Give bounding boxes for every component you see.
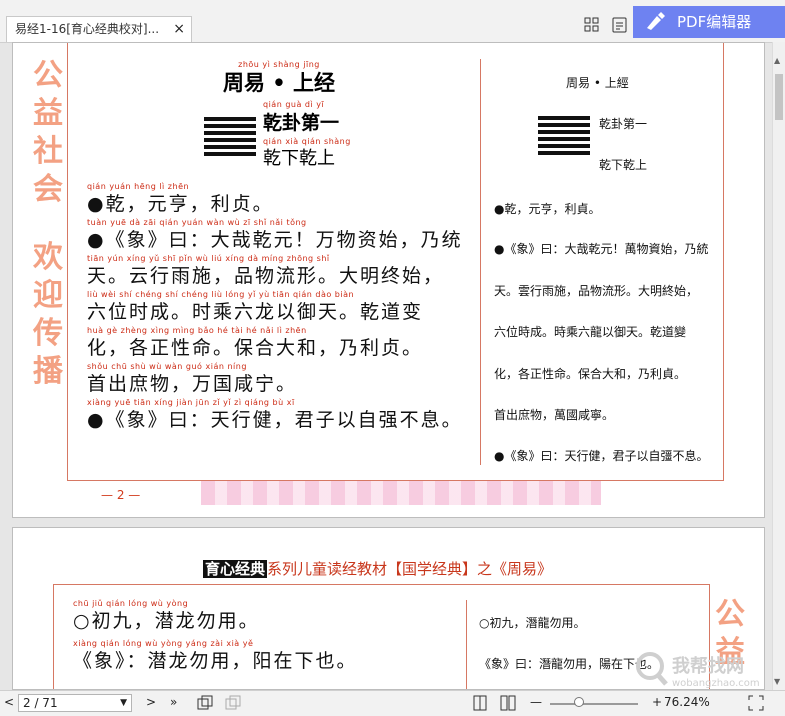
- right-line: 天。雲行雨施，品物流形。大明終始，: [494, 284, 699, 298]
- text-line: liù wèi shí chéng shí chéng liù lóng yǐ …: [87, 289, 477, 325]
- line-pinyin: shǒu chū shù wù wàn guó xián níng: [87, 362, 247, 371]
- copy-icon[interactable]: [224, 695, 242, 711]
- side-char: 益: [33, 96, 63, 131]
- side-char: 迎: [33, 278, 63, 313]
- grid-view-icon[interactable]: [583, 16, 601, 34]
- text-line: huà gè zhèng xìng mìng bǎo hé tài hé nǎi…: [87, 325, 477, 361]
- close-icon[interactable]: ×: [173, 17, 185, 41]
- line-pinyin: xiàng yuē tiān xíng jiàn jūn zǐ yǐ zì qi…: [87, 398, 295, 407]
- right-hexagram-name: 乾卦第一: [599, 117, 648, 131]
- top-toolbar: 易经1-16[育心经典校对]... × PDF编辑器: [0, 0, 785, 43]
- page-2-divider: [466, 600, 467, 689]
- hexagram-sub-pinyin: qián xià qián shàng: [263, 137, 351, 146]
- line-text: 化，各正性命。保合大和，乃利贞。: [87, 337, 424, 359]
- line-text: ●乾，元亨，利贞。: [87, 193, 274, 215]
- side-char: 公: [33, 58, 63, 93]
- side-slogan: 公 益 社 会 欢 迎 传 播: [31, 57, 65, 391]
- right-hexagram-sub: 乾下乾上: [599, 158, 648, 172]
- pen-logo-icon: [647, 12, 665, 30]
- right-line: ●《象》曰：天行健，君子以自彊不息。: [494, 449, 709, 463]
- rotate-icon[interactable]: [196, 695, 214, 711]
- zoom-slider-handle[interactable]: [574, 697, 584, 707]
- line-pinyin: tiān yún xíng yǔ shī pǐn wù liú xíng dà …: [87, 254, 330, 263]
- line-text: ○初九，潜龙勿用。: [73, 610, 260, 632]
- text-line: xiàng yuē tiān xíng jiàn jūn zǐ yǐ zì qi…: [87, 397, 477, 433]
- line-text: 六位时成。时乘六龙以御天。乾道变: [87, 301, 424, 323]
- line-text: ●《象》曰：天行健，君子以自强不息。: [87, 409, 463, 431]
- right-line: 六位時成。時乘六龍以御天。乾道變: [494, 325, 687, 339]
- line-text: 天。云行雨施，品物流形。大明终始，: [87, 265, 445, 287]
- page-number-value: 2 / 71: [23, 696, 58, 710]
- right-line: 首出庶物，萬國咸寧。: [494, 408, 615, 422]
- text-line: qián yuán hēng lì zhēn ●乾，元亨，利贞。: [87, 181, 477, 217]
- line-pinyin: tuàn yuē dà zāi qián yuán wàn wù zī shǐ …: [87, 218, 307, 227]
- side-char: 社: [33, 134, 63, 169]
- document-tab-title: 易经1-16[育心经典校对]...: [15, 22, 160, 36]
- zoom-slider[interactable]: [550, 703, 638, 705]
- series-badge: 育心经典: [203, 560, 268, 578]
- pdf-editor-button[interactable]: PDF编辑器: [633, 6, 785, 38]
- line-pinyin: liù wèi shí chéng shí chéng liù lóng yǐ …: [87, 290, 355, 299]
- document-tab[interactable]: 易经1-16[育心经典校对]... ×: [6, 16, 192, 42]
- right-title: 周易 • 上經: [566, 76, 629, 90]
- watermark-url: wobangzhao.com: [672, 678, 760, 689]
- zoom-out-icon[interactable]: —: [530, 695, 542, 709]
- watermark-title: 我帮找网: [672, 655, 744, 677]
- export-icon[interactable]: [611, 16, 629, 34]
- chevron-down-icon: ▼: [120, 698, 127, 708]
- fit-page-icon[interactable]: [748, 695, 764, 711]
- site-watermark: 我帮找网 wobangzhao.com: [636, 652, 760, 689]
- single-page-view-icon[interactable]: [472, 695, 488, 711]
- right-line: 化，各正性命。保合大和，乃利貞。: [494, 367, 687, 381]
- first-page-icon[interactable]: <: [4, 695, 14, 709]
- side-char: 播: [33, 354, 63, 389]
- blurred-overlay: [201, 481, 601, 505]
- series-title: 系列儿童读经教材【国学经典】之《周易》: [267, 560, 553, 578]
- text-line: xiàng qián lóng wù yòng yáng zài xià yě 《…: [73, 638, 463, 674]
- scroll-up-icon[interactable]: ▲: [774, 56, 780, 65]
- status-bar: < 2 / 71 ▼ > » — + 76.24%: [0, 690, 785, 716]
- side-char: 公: [715, 597, 745, 632]
- page-number-select[interactable]: 2 / 71 ▼: [18, 694, 132, 712]
- side-char: 会: [33, 172, 63, 207]
- double-page-view-icon[interactable]: [500, 695, 516, 711]
- text-line: shǒu chū shù wù wàn guó xián níng 首出庶物，万国…: [87, 361, 477, 397]
- line-text: ●《象》曰：大哉乾元！万物资始，乃统: [87, 229, 463, 251]
- right-line: ●《象》曰：大哉乾元！萬物資始，乃統: [494, 242, 709, 256]
- qian-trigram-icon: [204, 117, 256, 159]
- right-line: ●乾，元亨，利貞。: [494, 202, 601, 216]
- page-1: 公 益 社 会 欢 迎 传 播 zhōu yì shàng jīng 周易 • …: [12, 42, 765, 518]
- pdf-editor-label: PDF编辑器: [677, 13, 752, 31]
- side-char: 传: [33, 316, 63, 351]
- text-line: tiān yún xíng yǔ shī pǐn wù liú xíng dà …: [87, 253, 477, 289]
- next-page-icon[interactable]: >: [146, 695, 156, 709]
- scrollbar-thumb[interactable]: [775, 74, 783, 120]
- page-2-text: chū jiǔ qián lóng wù yòng ○初九，潜龙勿用。 xiàng…: [73, 598, 463, 674]
- text-line: chū jiǔ qián lóng wù yòng ○初九，潜龙勿用。: [73, 598, 463, 634]
- page-title: 周易 • 上经: [222, 70, 336, 95]
- line-text: 首出庶物，万国咸宁。: [87, 373, 298, 395]
- line-pinyin: huà gè zhèng xìng mìng bǎo hé tài hé nǎi…: [87, 326, 307, 335]
- hexagram-sub: 乾下乾上: [263, 148, 335, 169]
- hexagram-name: 乾卦第一: [263, 112, 340, 134]
- text-line: tuàn yuē dà zāi qián yuán wàn wù zī shǐ …: [87, 217, 477, 253]
- last-page-icon[interactable]: »: [170, 695, 177, 709]
- title-pinyin: zhōu yì shàng jīng: [238, 60, 320, 69]
- main-text: qián yuán hēng lì zhēn ●乾，元亨，利贞。 tuàn yuē…: [87, 181, 477, 433]
- vertical-scrollbar[interactable]: ▲ ▼: [772, 42, 785, 690]
- zoom-level: 76.24%: [664, 695, 710, 709]
- line-text: 《象》：潜龙勿用，阳在下也。: [73, 650, 358, 672]
- hexagram-pinyin: qián guà dì yī: [263, 100, 325, 109]
- column-divider: [480, 59, 481, 465]
- line-pinyin: xiàng qián lóng wù yòng yáng zài xià yě: [73, 639, 254, 648]
- qian-trigram-small-icon: [538, 116, 590, 158]
- side-char: 欢: [33, 240, 63, 275]
- page-number: — 2 —: [101, 488, 141, 502]
- right-line: ○初九，潛龍勿用。: [479, 616, 586, 630]
- zoom-in-icon[interactable]: +: [652, 695, 662, 709]
- line-pinyin: qián yuán hēng lì zhēn: [87, 182, 190, 191]
- line-pinyin: chū jiǔ qián lóng wù yòng: [73, 599, 189, 608]
